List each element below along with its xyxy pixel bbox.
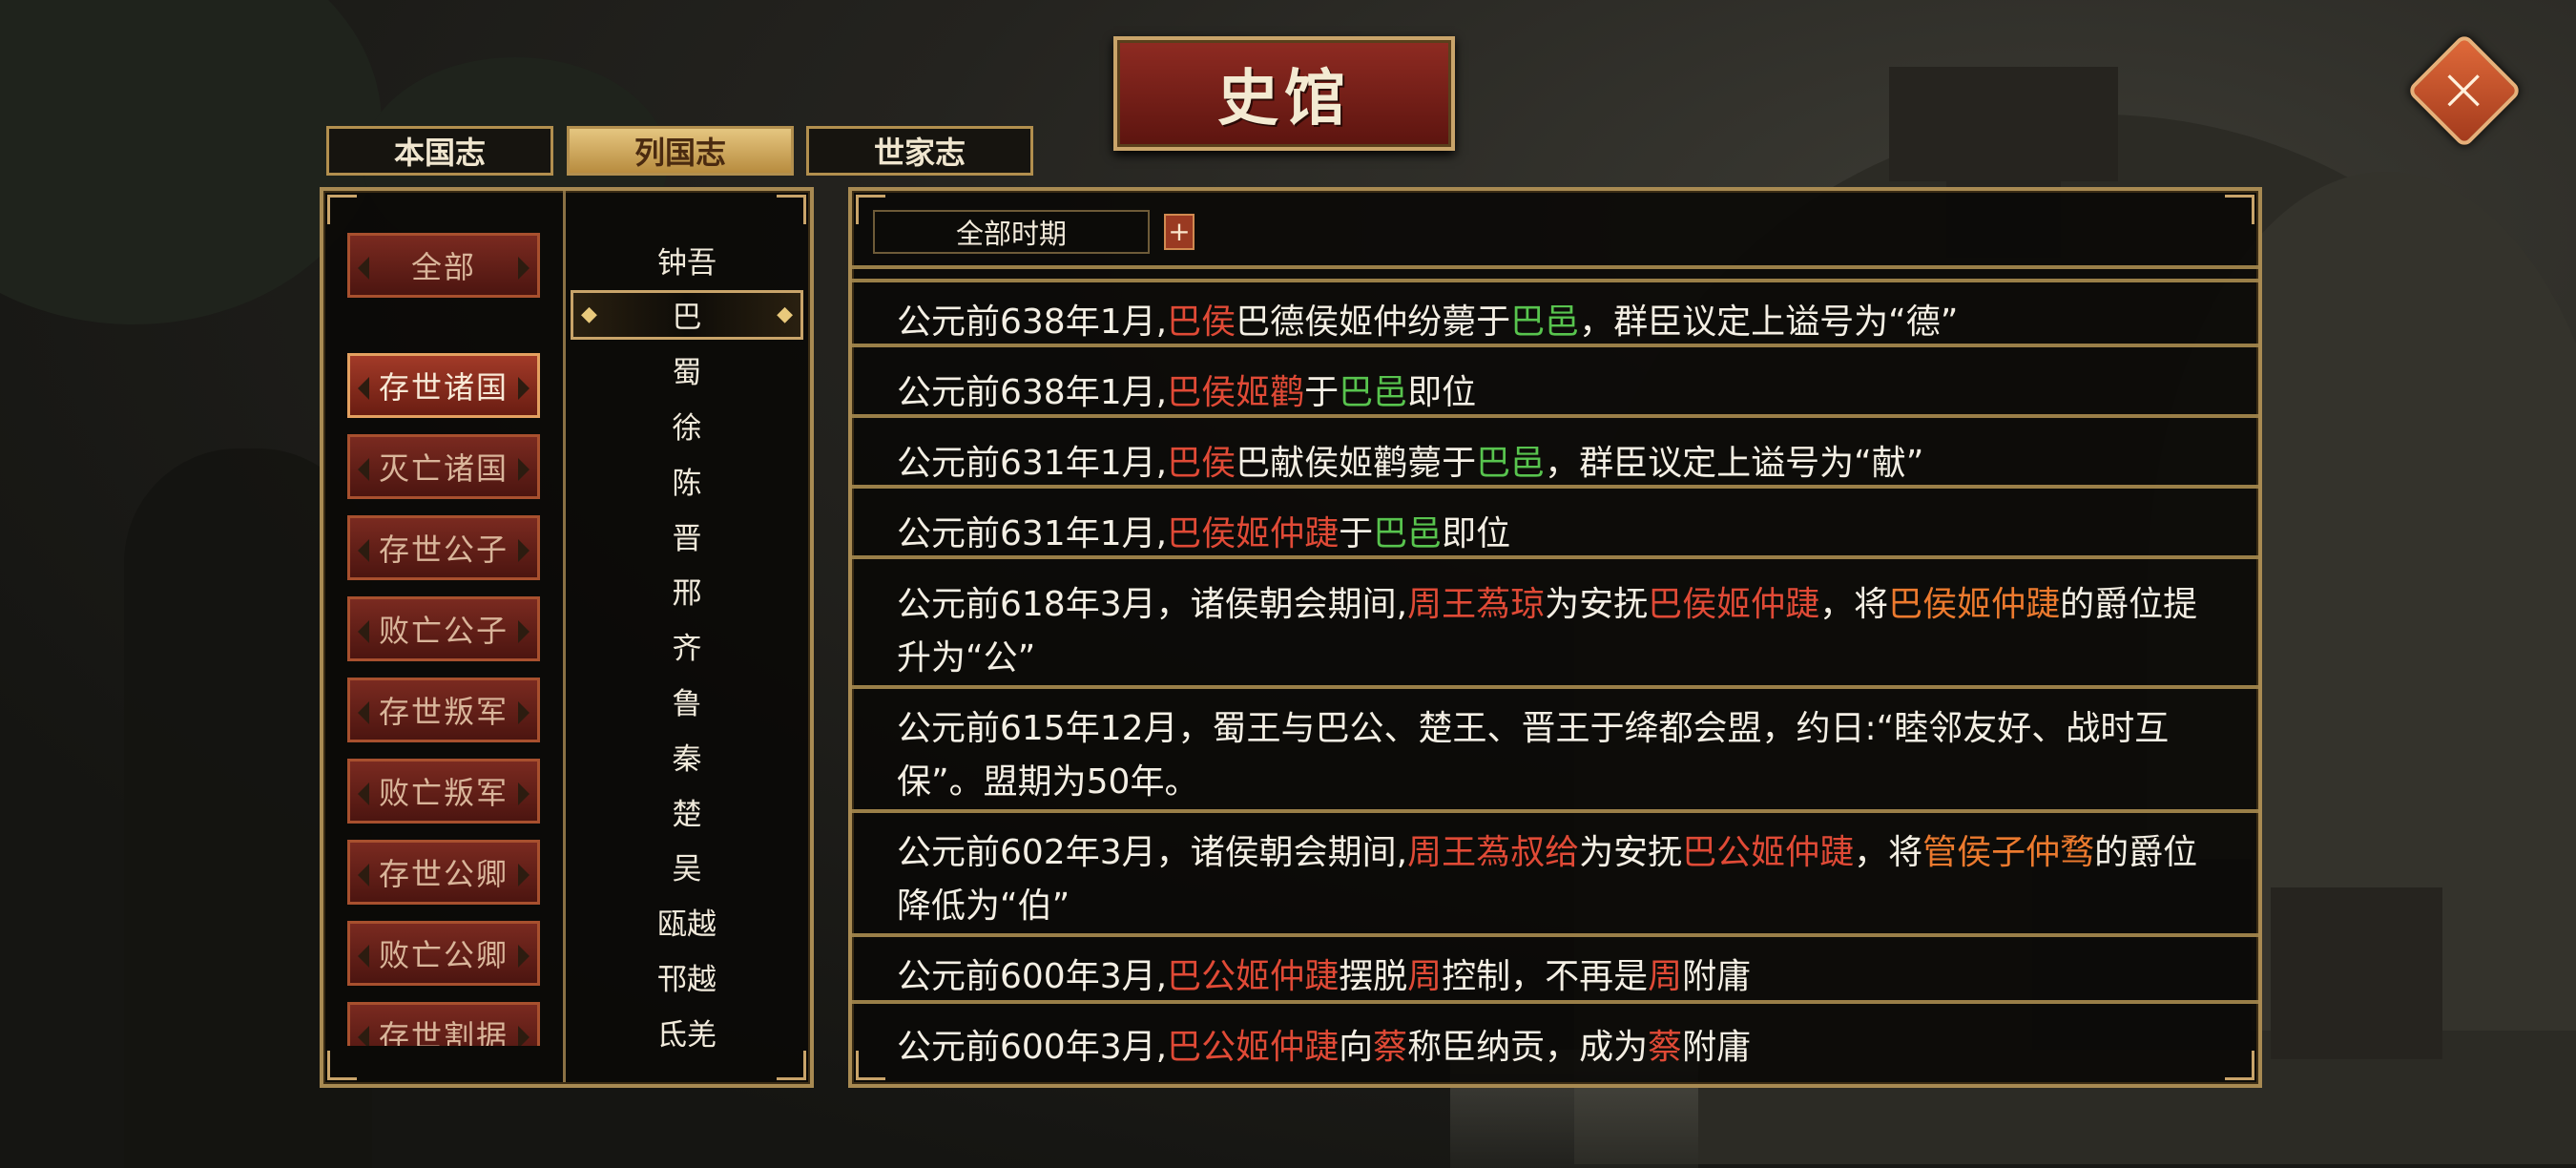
header-divider <box>852 265 2258 269</box>
history-entry: 公元前602年3月，诸侯朝会期间,周王蒍叔给为安抚巴公姬仲踕，将管侯子仲骛的爵位… <box>897 833 2198 926</box>
entry-divider <box>852 485 2258 489</box>
nation-item[interactable]: 吴 <box>572 842 801 891</box>
entry-divider <box>852 414 2258 418</box>
category-button[interactable]: 存世诸国 <box>347 353 540 418</box>
category-button[interactable]: 存世公卿 <box>347 840 540 905</box>
nation-item[interactable]: 蜀 <box>572 345 801 395</box>
panel-divider <box>563 191 566 1082</box>
history-entry: 公元前600年3月,巴公姬仲踕摆脱周控制，不再是周附庸 <box>897 957 1752 996</box>
page-title-text: 史馆 <box>1217 63 1351 135</box>
nation-item[interactable]: 邗越 <box>572 951 801 1001</box>
entry-divider <box>852 344 2258 347</box>
plus-icon: + <box>1168 216 1191 247</box>
close-icon: × <box>2429 65 2500 116</box>
entry-divider <box>852 933 2258 937</box>
entry-divider <box>852 555 2258 559</box>
category-button[interactable]: 败亡公卿 <box>347 921 540 986</box>
history-entry: 公元前600年3月,巴公姬仲踕向蔡称臣纳贡，成为蔡附庸 <box>897 1028 1752 1067</box>
entry-divider <box>852 685 2258 689</box>
category-button[interactable]: 败亡公子 <box>347 596 540 661</box>
nation-item[interactable]: 氐羌 <box>572 1007 801 1056</box>
period-filter-label: 全部时期 <box>955 218 1067 250</box>
nation-item[interactable]: 楚 <box>572 786 801 836</box>
nation-item[interactable]: 秦 <box>572 731 801 781</box>
nation-item[interactable]: 陈 <box>572 455 801 505</box>
history-entry: 公元前615年12月，蜀王与巴公、楚王、晋王于绛都会盟，约日:“睦邻友好、战时互… <box>897 709 2170 802</box>
category-list[interactable]: 存世诸国灭亡诸国存世公子败亡公子存世叛军败亡叛军存世公卿败亡公卿存世割据 <box>340 219 550 1046</box>
page-title: 史馆 <box>1113 36 1455 151</box>
entry-divider <box>852 1000 2258 1004</box>
tab-3[interactable]: 世家志 <box>806 126 1033 176</box>
nation-item[interactable]: 齐 <box>572 621 801 671</box>
nation-item[interactable]: 瓯越 <box>572 897 801 947</box>
nation-item[interactable]: 鲁 <box>572 676 801 725</box>
history-entry: 公元前631年1月,巴侯巴献侯姬鹳薨于巴邑，群臣议定上谥号为“献” <box>897 444 1924 483</box>
add-filter-button[interactable]: + <box>1164 214 1195 250</box>
entry-divider <box>852 809 2258 813</box>
category-button[interactable]: 败亡叛军 <box>347 759 540 824</box>
history-entry: 公元前618年3月，诸侯朝会期间,周王蒍琼为安抚巴侯姬仲踕，将巴侯姬仲踕的爵位提… <box>897 585 2198 678</box>
history-entry: 公元前638年1月,巴侯巴德侯姬仲纷薨于巴邑，群臣议定上谥号为“德” <box>897 302 1959 342</box>
history-entry: 公元前638年1月,巴侯姬鹳于巴邑即位 <box>897 373 1477 412</box>
category-button[interactable]: 灭亡诸国 <box>347 434 540 499</box>
history-entry: 公元前631年1月,巴侯姬仲踕于巴邑即位 <box>897 514 1511 553</box>
nation-item[interactable]: 晋 <box>572 511 801 560</box>
category-button[interactable]: 存世割据 <box>347 1002 540 1046</box>
nation-item[interactable]: 邢 <box>572 566 801 615</box>
tab-2[interactable]: 列国志 <box>567 126 794 176</box>
period-filter-dropdown[interactable]: 全部时期 <box>873 210 1150 254</box>
nation-item-selected[interactable]: 巴 <box>571 289 803 340</box>
header-divider <box>852 279 2258 282</box>
nation-item[interactable]: 钟吾 <box>572 235 801 284</box>
tab-1[interactable]: 本国志 <box>326 126 553 176</box>
nation-item[interactable]: 徐 <box>572 400 801 449</box>
category-button[interactable]: 存世公子 <box>347 515 540 580</box>
category-button[interactable]: 存世叛军 <box>347 678 540 742</box>
